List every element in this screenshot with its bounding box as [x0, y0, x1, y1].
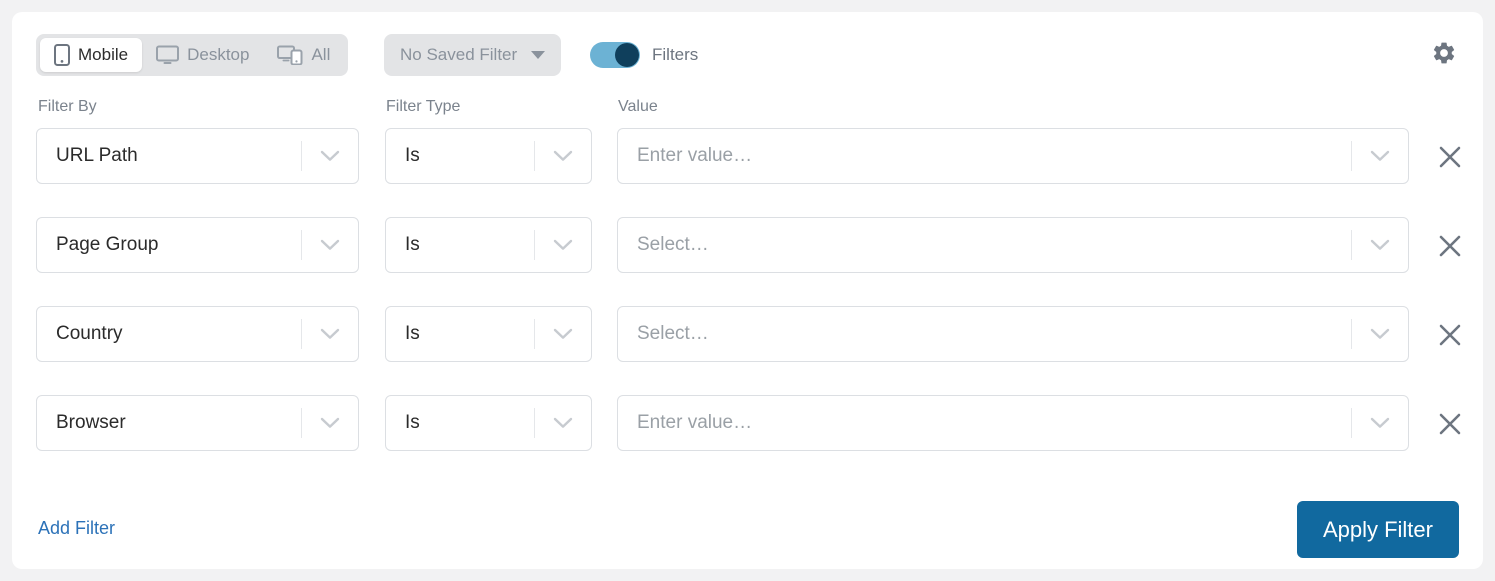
- filter-card: Mobile Desktop All No Saved Filter Filte…: [12, 12, 1483, 569]
- filter-value-input[interactable]: Enter value…: [617, 128, 1409, 184]
- device-option-desktop[interactable]: Desktop: [142, 38, 263, 72]
- chevron-down-icon[interactable]: [535, 417, 591, 429]
- saved-filter-label: No Saved Filter: [400, 45, 518, 64]
- device-option-all[interactable]: All: [263, 38, 344, 72]
- filter-by-select[interactable]: Page Group: [36, 217, 359, 273]
- filter-row: Country Is Select…: [36, 306, 1461, 395]
- filter-row: Browser Is Enter value…: [36, 395, 1461, 484]
- filter-value-input[interactable]: Select…: [617, 306, 1409, 362]
- filters-toggle-group: Filters: [590, 42, 698, 68]
- column-header-value: Value: [618, 98, 658, 115]
- filter-value-input[interactable]: Enter value…: [617, 395, 1409, 451]
- filter-value-input[interactable]: Select…: [617, 217, 1409, 273]
- chevron-down-icon[interactable]: [1352, 239, 1408, 251]
- remove-filter-button[interactable]: [1434, 230, 1466, 262]
- device-option-all-label: All: [311, 45, 331, 64]
- filter-type-value: Is: [405, 234, 420, 255]
- column-header-filter-type: Filter Type: [386, 98, 461, 115]
- filter-value-placeholder: Select…: [637, 234, 709, 255]
- device-segmented-control[interactable]: Mobile Desktop All: [36, 34, 349, 76]
- close-icon: [1436, 232, 1464, 260]
- filter-by-value: Page Group: [56, 234, 159, 255]
- filter-actions: Add Filter Apply Filter: [36, 482, 1459, 558]
- close-icon: [1436, 321, 1464, 349]
- add-filter-link[interactable]: Add Filter: [38, 518, 115, 539]
- filter-by-select[interactable]: URL Path: [36, 128, 359, 184]
- gear-icon: [1431, 42, 1457, 70]
- filter-by-value: URL Path: [56, 145, 138, 166]
- chevron-down-icon[interactable]: [302, 328, 358, 340]
- filter-type-select[interactable]: Is: [385, 128, 592, 184]
- remove-filter-button[interactable]: [1434, 319, 1466, 351]
- all-devices-icon: [277, 45, 303, 66]
- settings-button[interactable]: [1431, 40, 1457, 66]
- filter-type-select[interactable]: Is: [385, 217, 592, 273]
- filters-toggle[interactable]: [590, 42, 640, 68]
- device-option-mobile-label: Mobile: [78, 45, 129, 64]
- filter-by-value: Browser: [56, 412, 126, 433]
- filter-row: URL Path Is Enter value…: [36, 128, 1461, 217]
- device-option-desktop-label: Desktop: [187, 45, 250, 64]
- filter-by-select[interactable]: Country: [36, 306, 359, 362]
- caret-down-icon: [531, 51, 546, 59]
- chevron-down-icon[interactable]: [302, 417, 358, 429]
- filter-grid: Filter By Filter Type Value URL Path Is: [36, 98, 1461, 484]
- chevron-down-icon[interactable]: [1352, 417, 1408, 429]
- chevron-down-icon[interactable]: [535, 150, 591, 162]
- column-header-filter-by: Filter By: [38, 98, 97, 115]
- chevron-down-icon[interactable]: [302, 239, 358, 251]
- chevron-down-icon[interactable]: [1352, 328, 1408, 340]
- mobile-icon: [54, 44, 70, 66]
- chevron-down-icon[interactable]: [1352, 150, 1408, 162]
- filter-type-value: Is: [405, 145, 420, 166]
- saved-filter-dropdown[interactable]: No Saved Filter: [384, 34, 562, 76]
- filter-type-select[interactable]: Is: [385, 395, 592, 451]
- filters-toggle-label: Filters: [652, 45, 699, 64]
- toggle-knob: [615, 43, 639, 67]
- chevron-down-icon[interactable]: [535, 328, 591, 340]
- close-icon: [1436, 143, 1464, 171]
- filter-value-placeholder: Select…: [637, 323, 709, 344]
- filter-type-value: Is: [405, 323, 420, 344]
- filter-by-select[interactable]: Browser: [36, 395, 359, 451]
- chevron-down-icon[interactable]: [535, 239, 591, 251]
- filter-type-select[interactable]: Is: [385, 306, 592, 362]
- remove-filter-button[interactable]: [1434, 141, 1466, 173]
- apply-filter-button[interactable]: Apply Filter: [1296, 501, 1459, 558]
- close-icon: [1436, 410, 1464, 438]
- filter-row: Page Group Is Select…: [36, 217, 1461, 306]
- filter-value-placeholder: Enter value…: [637, 412, 753, 433]
- remove-filter-button[interactable]: [1434, 408, 1466, 440]
- filter-panel-screen: Mobile Desktop All No Saved Filter Filte…: [0, 0, 1495, 581]
- filter-grid-headers: Filter By Filter Type Value: [36, 98, 1459, 128]
- filter-by-value: Country: [56, 323, 123, 344]
- desktop-icon: [156, 45, 180, 65]
- filter-value-placeholder: Enter value…: [637, 145, 753, 166]
- toolbar: Mobile Desktop All No Saved Filter Filte…: [12, 12, 1483, 94]
- chevron-down-icon[interactable]: [302, 150, 358, 162]
- filter-type-value: Is: [405, 412, 420, 433]
- device-option-mobile[interactable]: Mobile: [40, 38, 143, 72]
